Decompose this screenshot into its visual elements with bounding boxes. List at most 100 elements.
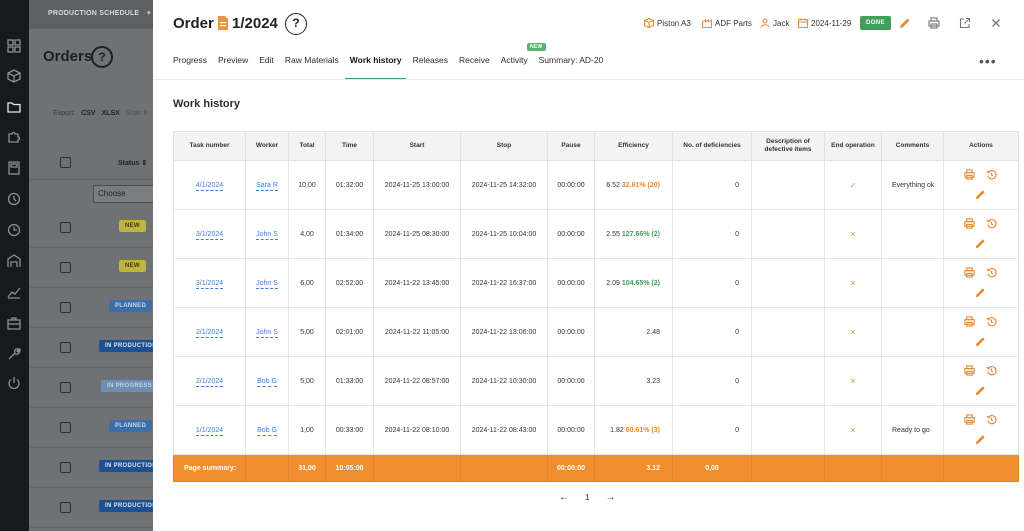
- edit-pencil-icon[interactable]: [899, 17, 911, 29]
- worker-link[interactable]: John S: [256, 279, 278, 289]
- worker-link[interactable]: John S: [256, 328, 278, 338]
- external-link-icon[interactable]: [959, 17, 971, 29]
- list-item[interactable]: IN PRODUCTION: [29, 448, 153, 488]
- printer-icon[interactable]: [964, 414, 976, 426]
- history-icon[interactable]: [986, 365, 998, 377]
- close-icon[interactable]: [990, 17, 1002, 29]
- task-number-link[interactable]: 3/1/2024: [195, 230, 224, 240]
- actions-group: [948, 365, 1014, 397]
- cube-icon[interactable]: [7, 69, 21, 83]
- edit-pencil-icon[interactable]: [975, 336, 987, 348]
- calculator-icon[interactable]: [7, 161, 21, 175]
- list-item[interactable]: PLANNED: [29, 408, 153, 448]
- printer-icon[interactable]: [964, 316, 976, 328]
- tab-progress[interactable]: Progress: [173, 55, 207, 78]
- task-number-link[interactable]: 1/1/2024: [195, 426, 224, 436]
- warehouse-icon[interactable]: [7, 254, 21, 268]
- chart-icon[interactable]: [7, 285, 21, 299]
- history-icon[interactable]: [986, 218, 998, 230]
- more-options-icon[interactable]: •••: [979, 53, 997, 69]
- worker-link[interactable]: John S: [256, 230, 278, 240]
- edit-pencil-icon[interactable]: [975, 287, 987, 299]
- pause-cell: 00:00:00: [547, 356, 595, 406]
- row-checkbox[interactable]: [60, 262, 71, 273]
- list-item[interactable]: NEW: [29, 208, 153, 248]
- prev-page-button[interactable]: ←: [559, 492, 569, 503]
- history-icon[interactable]: [986, 414, 998, 426]
- meta-product[interactable]: Piston A3: [644, 18, 691, 28]
- defect-description-cell: [751, 405, 825, 455]
- defect-description-cell: [751, 258, 825, 308]
- tab-edit[interactable]: Edit: [259, 55, 274, 78]
- printer-icon[interactable]: [964, 365, 976, 377]
- wrench-icon[interactable]: [7, 347, 21, 361]
- list-item[interactable]: IN PRODUCTION: [29, 328, 153, 368]
- history-icon[interactable]: [986, 267, 998, 279]
- tab-work-history[interactable]: Work history: [344, 55, 406, 80]
- next-page-button[interactable]: →: [605, 492, 615, 503]
- worker-link[interactable]: Bob G: [257, 426, 277, 436]
- row-checkbox[interactable]: [60, 422, 71, 433]
- export-xlsx-link[interactable]: XLSX: [102, 110, 120, 117]
- current-page[interactable]: 1: [585, 493, 589, 502]
- printer-icon[interactable]: [964, 169, 976, 181]
- edit-pencil-icon[interactable]: [975, 434, 987, 446]
- puzzle-icon[interactable]: [7, 130, 21, 144]
- meta-user-label: Jack: [773, 18, 790, 28]
- cross-icon: ×: [850, 229, 856, 239]
- toolbox-icon[interactable]: [7, 316, 21, 330]
- worker-link[interactable]: Bob G: [257, 377, 277, 387]
- row-checkbox[interactable]: [60, 342, 71, 353]
- task-number-link[interactable]: 2/1/2024: [195, 328, 224, 338]
- tab-receive[interactable]: Receive: [459, 55, 490, 78]
- tab-preview[interactable]: Preview: [218, 55, 248, 78]
- printer-icon[interactable]: [928, 17, 940, 29]
- clock-icon[interactable]: [7, 223, 21, 237]
- worker-link[interactable]: Sara R: [256, 181, 278, 191]
- tab-releases[interactable]: Releases: [413, 55, 448, 78]
- tab-activity[interactable]: Activity: [501, 55, 528, 78]
- status-badge: PLANNED: [109, 300, 153, 312]
- row-checkbox[interactable]: [60, 382, 71, 393]
- sort-icon[interactable]: ⇕: [141, 160, 147, 167]
- task-number-link[interactable]: 4/1/2024: [195, 181, 224, 191]
- list-item[interactable]: NEW: [29, 248, 153, 288]
- task-number-link[interactable]: 3/1/2024: [195, 279, 224, 289]
- meta-department[interactable]: ADF Parts: [702, 18, 752, 28]
- history-icon[interactable]: [986, 169, 998, 181]
- list-item[interactable]: IN PRODUCTION: [29, 488, 153, 528]
- background-help-button[interactable]: ?: [91, 46, 113, 68]
- task-number-link[interactable]: 2/1/2024: [195, 377, 224, 387]
- list-item[interactable]: IN PROGRESS: [29, 368, 153, 408]
- box-icon: [644, 18, 654, 28]
- select-all-checkbox[interactable]: [60, 157, 71, 168]
- edit-pencil-icon[interactable]: [975, 385, 987, 397]
- summary-total: 31,00: [288, 454, 326, 482]
- edit-pencil-icon[interactable]: [975, 238, 987, 250]
- chevron-down-icon[interactable]: ▾: [147, 9, 151, 17]
- status-filter-select[interactable]: Choose: [93, 185, 153, 203]
- row-checkbox[interactable]: [60, 302, 71, 313]
- background-topbar-title[interactable]: PRODUCTION SCHEDULE: [48, 10, 139, 17]
- meta-date[interactable]: 2024-11-29: [798, 18, 851, 28]
- export-csv-link[interactable]: CSV: [81, 110, 95, 117]
- list-item[interactable]: PLANNED: [29, 288, 153, 328]
- history-icon[interactable]: [986, 316, 998, 328]
- dashboard-icon[interactable]: [7, 39, 21, 53]
- row-checkbox[interactable]: [60, 222, 71, 233]
- folder-icon[interactable]: [7, 100, 21, 114]
- summary-end-operation: [824, 454, 882, 482]
- tab-raw-materials[interactable]: Raw Materials: [285, 55, 339, 78]
- row-checkbox[interactable]: [60, 502, 71, 513]
- history-icon[interactable]: [7, 192, 21, 206]
- help-button[interactable]: ?: [285, 13, 307, 35]
- printer-icon[interactable]: [964, 218, 976, 230]
- user-icon: [760, 18, 770, 28]
- power-icon[interactable]: [7, 376, 21, 390]
- row-checkbox[interactable]: [60, 462, 71, 473]
- printer-icon[interactable]: [964, 267, 976, 279]
- edit-pencil-icon[interactable]: [975, 189, 987, 201]
- tab-summary-ad-20[interactable]: Summary: AD-20: [539, 55, 604, 78]
- meta-user[interactable]: Jack: [760, 18, 789, 28]
- status-column-header[interactable]: Status ⇕: [118, 159, 147, 167]
